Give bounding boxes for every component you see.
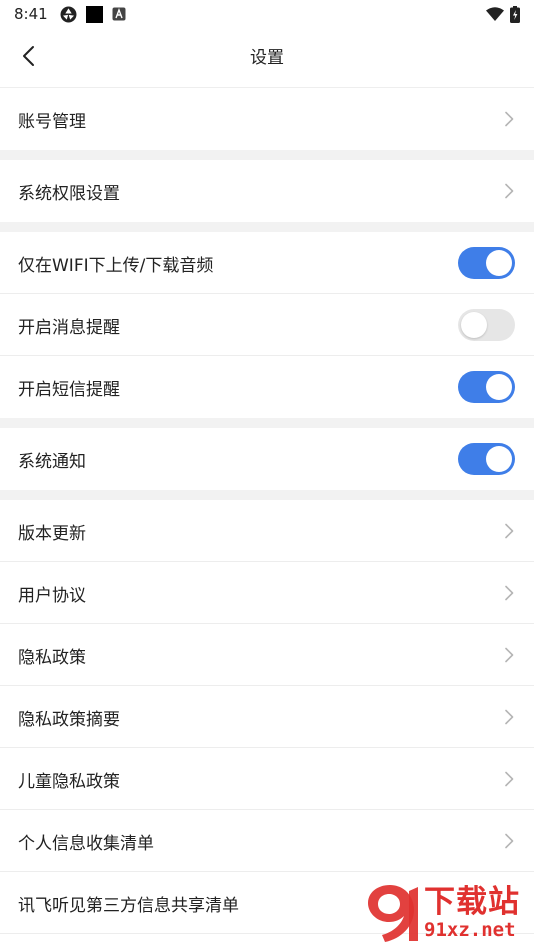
chevron-right-icon xyxy=(502,770,516,788)
sms-reminder-item: 开启短信提醒 xyxy=(0,356,534,418)
personal-info-list-label: 个人信息收集清单 xyxy=(18,833,154,854)
message-reminder-item: 开启消息提醒 xyxy=(0,294,534,356)
system-notification-toggle[interactable] xyxy=(458,443,515,475)
version-update-item[interactable]: 版本更新 xyxy=(0,500,534,562)
chevron-right-icon xyxy=(502,110,516,128)
chevron-right-icon xyxy=(502,522,516,540)
chevron-right-icon xyxy=(502,708,516,726)
page-title: 设置 xyxy=(250,48,284,68)
battery-charging-icon xyxy=(510,5,520,23)
account-management-item[interactable]: 账号管理 xyxy=(0,88,534,150)
black-square-icon xyxy=(85,5,103,23)
child-privacy-label: 儿童隐私政策 xyxy=(18,771,120,792)
wifi-only-audio-label: 仅在WIFI下上传/下载音频 xyxy=(18,255,214,276)
nav-bar: 设置 xyxy=(0,28,534,88)
section-divider xyxy=(0,150,534,160)
user-agreement-item[interactable]: 用户协议 xyxy=(0,562,534,624)
status-right xyxy=(486,5,520,23)
sms-reminder-label: 开启短信提醒 xyxy=(18,379,120,400)
message-reminder-toggle[interactable] xyxy=(458,309,515,341)
section-divider xyxy=(0,490,534,500)
personal-info-list-item[interactable]: 个人信息收集清单 xyxy=(0,810,534,872)
third-party-sharing-item[interactable]: 讯飞听见第三方信息共享清单 xyxy=(0,872,534,934)
sms-reminder-toggle[interactable] xyxy=(458,371,515,403)
wifi-icon xyxy=(486,6,504,22)
aperture-icon xyxy=(60,6,77,23)
account-management-label: 账号管理 xyxy=(18,111,86,132)
chevron-right-icon xyxy=(502,832,516,850)
version-update-label: 版本更新 xyxy=(18,523,86,544)
child-privacy-item[interactable]: 儿童隐私政策 xyxy=(0,748,534,810)
third-party-sharing-label: 讯飞听见第三方信息共享清单 xyxy=(18,895,239,916)
chevron-right-icon xyxy=(502,584,516,602)
section-divider xyxy=(0,222,534,232)
chevron-right-icon xyxy=(502,646,516,664)
system-permissions-label: 系统权限设置 xyxy=(18,183,120,204)
status-bar: 8:41 xyxy=(0,0,534,28)
privacy-summary-label: 隐私政策摘要 xyxy=(18,709,120,730)
system-permissions-item[interactable]: 系统权限设置 xyxy=(0,160,534,222)
settings-list: 账号管理 系统权限设置 仅在WIFI下上传/下载音频 开启消息提醒 开启短信提醒… xyxy=(0,88,534,934)
toggle-knob xyxy=(486,374,512,400)
system-notification-item: 系统通知 xyxy=(0,428,534,490)
wifi-only-audio-item: 仅在WIFI下上传/下载音频 xyxy=(0,232,534,294)
privacy-summary-item[interactable]: 隐私政策摘要 xyxy=(0,686,534,748)
section-divider xyxy=(0,418,534,428)
privacy-policy-label: 隐私政策 xyxy=(18,647,86,668)
toggle-knob xyxy=(486,446,512,472)
chevron-right-icon xyxy=(502,182,516,200)
status-left: 8:41 xyxy=(14,5,126,23)
system-notification-label: 系统通知 xyxy=(18,451,86,472)
message-reminder-label: 开启消息提醒 xyxy=(18,317,120,338)
toggle-knob xyxy=(461,312,487,338)
wifi-only-audio-toggle[interactable] xyxy=(458,247,515,279)
font-a-icon xyxy=(112,7,126,21)
privacy-policy-item[interactable]: 隐私政策 xyxy=(0,624,534,686)
toggle-knob xyxy=(486,250,512,276)
user-agreement-label: 用户协议 xyxy=(18,585,86,606)
status-time: 8:41 xyxy=(14,5,48,23)
